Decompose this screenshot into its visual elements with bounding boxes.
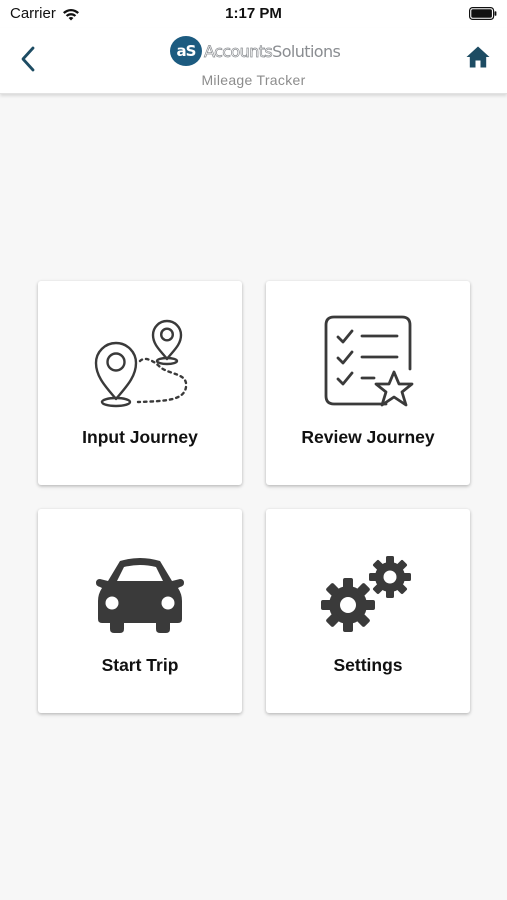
battery-icon: [469, 7, 497, 20]
start-trip-tile[interactable]: Start Trip: [38, 509, 242, 713]
tile-label: Start Trip: [101, 655, 179, 675]
tile-label: Settings: [333, 655, 403, 675]
route-map-pin-icon: [94, 319, 188, 408]
status-time: 1:17 PM: [225, 5, 282, 22]
logo-text-solutions: Solutions: [272, 41, 341, 61]
settings-tile[interactable]: Settings: [266, 509, 470, 713]
page-title: Mileage Tracker: [201, 72, 306, 88]
car-icon: [96, 558, 184, 633]
review-journey-tile[interactable]: Review Journey: [266, 281, 470, 485]
logo-mark: aS: [170, 36, 202, 66]
chevron-left-icon: [21, 46, 35, 72]
logo-text: AccountsSolutions: [204, 41, 341, 61]
tile-label: Input Journey: [82, 427, 198, 447]
input-journey-tile[interactable]: Input Journey: [38, 281, 242, 485]
gears-icon: [321, 556, 411, 632]
back-button[interactable]: [12, 42, 44, 76]
home-icon: [466, 46, 490, 68]
app-header: aS AccountsSolutions Mileage Tracker: [0, 28, 507, 94]
checklist-star-icon: [324, 315, 414, 407]
home-button[interactable]: [465, 45, 491, 71]
status-bar: Carrier 1:17 PM: [0, 0, 507, 28]
logo-text-accounts: Accounts: [204, 41, 273, 61]
tile-label: Review Journey: [301, 427, 435, 447]
accounts-solutions-logo: aS AccountsSolutions: [170, 36, 341, 66]
